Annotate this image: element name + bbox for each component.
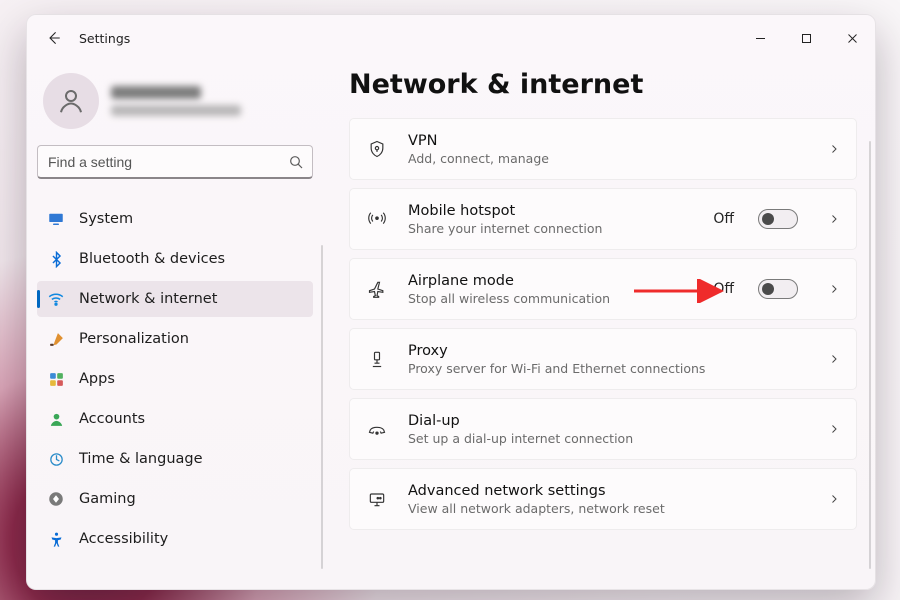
card-dialup[interactable]: Dial-up Set up a dial-up internet connec… — [349, 398, 857, 460]
sidebar-item-gaming[interactable]: Gaming — [37, 481, 313, 517]
advanced-network-icon — [366, 489, 388, 509]
accessibility-icon — [47, 530, 65, 548]
sidebar-item-apps[interactable]: Apps — [37, 361, 313, 397]
sidebar-item-accounts[interactable]: Accounts — [37, 401, 313, 437]
hotspot-status: Off — [713, 211, 734, 227]
sidebar-item-label: Apps — [79, 371, 115, 387]
sidebar-item-label: System — [79, 211, 133, 227]
chevron-right-icon — [828, 353, 840, 365]
close-icon — [847, 33, 858, 44]
maximize-icon — [801, 33, 812, 44]
sidebar-item-label: Network & internet — [79, 291, 217, 307]
monitor-icon — [47, 210, 65, 228]
profile-text — [111, 86, 241, 116]
sidebar-item-label: Gaming — [79, 491, 136, 507]
person-icon — [56, 86, 86, 116]
airplane-status: Off — [713, 281, 734, 297]
sidebar-item-label: Accessibility — [79, 531, 168, 547]
chevron-right-icon — [828, 493, 840, 505]
main-content: Network & internet VPN Add, connect, man… — [323, 61, 875, 589]
sidebar-item-accessibility[interactable]: Accessibility — [37, 521, 313, 557]
wifi-icon — [47, 290, 65, 308]
airplane-icon — [366, 279, 388, 299]
page-title: Network & internet — [349, 69, 857, 100]
card-subtitle: Share your internet connection — [408, 221, 693, 237]
sidebar-item-label: Time & language — [79, 451, 203, 467]
proxy-icon — [366, 349, 388, 369]
card-title: Mobile hotspot — [408, 202, 693, 220]
chevron-right-icon — [828, 423, 840, 435]
chevron-right-icon — [828, 283, 840, 295]
globe-clock-icon — [47, 450, 65, 468]
back-arrow-icon — [46, 30, 62, 46]
settings-window: Settings — [26, 14, 876, 590]
card-subtitle: Add, connect, manage — [408, 151, 808, 167]
app-title: Settings — [79, 31, 130, 46]
card-title: Advanced network settings — [408, 482, 808, 500]
card-vpn[interactable]: VPN Add, connect, manage — [349, 118, 857, 180]
card-subtitle: View all network adapters, network reset — [408, 501, 808, 517]
card-subtitle: Set up a dial-up internet connection — [408, 431, 808, 447]
sidebar-item-time-language[interactable]: Time & language — [37, 441, 313, 477]
apps-icon — [47, 370, 65, 388]
card-advanced-network[interactable]: Advanced network settings View all netwo… — [349, 468, 857, 530]
card-subtitle: Proxy server for Wi-Fi and Ethernet conn… — [408, 361, 808, 377]
search-box[interactable] — [37, 145, 313, 179]
maximize-button[interactable] — [783, 18, 829, 58]
bluetooth-icon — [47, 250, 65, 268]
profile-block[interactable] — [37, 67, 313, 145]
brush-icon — [47, 330, 65, 348]
close-button[interactable] — [829, 18, 875, 58]
card-title: Dial-up — [408, 412, 808, 430]
card-proxy[interactable]: Proxy Proxy server for Wi-Fi and Etherne… — [349, 328, 857, 390]
minimize-icon — [755, 33, 766, 44]
avatar — [43, 73, 99, 129]
sidebar-item-label: Accounts — [79, 411, 145, 427]
hotspot-toggle[interactable] — [758, 209, 798, 229]
sidebar-item-system[interactable]: System — [37, 201, 313, 237]
profile-email-blurred — [111, 105, 241, 116]
card-title: Airplane mode — [408, 272, 693, 290]
profile-name-blurred — [111, 86, 201, 99]
airplane-toggle[interactable] — [758, 279, 798, 299]
sidebar-item-label: Personalization — [79, 331, 189, 347]
title-bar: Settings — [27, 15, 875, 61]
chevron-right-icon — [828, 143, 840, 155]
chevron-right-icon — [828, 213, 840, 225]
card-airplane-mode[interactable]: Airplane mode Stop all wireless communic… — [349, 258, 857, 320]
sidebar-item-network[interactable]: Network & internet — [37, 281, 313, 317]
person-filled-icon — [47, 410, 65, 428]
card-mobile-hotspot[interactable]: Mobile hotspot Share your internet conne… — [349, 188, 857, 250]
search-icon — [288, 154, 304, 170]
dialup-icon — [366, 419, 388, 439]
card-title: VPN — [408, 132, 808, 150]
sidebar-item-bluetooth[interactable]: Bluetooth & devices — [37, 241, 313, 277]
card-title: Proxy — [408, 342, 808, 360]
game-icon — [47, 490, 65, 508]
search-input[interactable] — [48, 154, 288, 170]
minimize-button[interactable] — [737, 18, 783, 58]
sidebar: System Bluetooth & devices Network & int… — [27, 61, 323, 589]
hotspot-icon — [366, 209, 388, 229]
nav-list: System Bluetooth & devices Network & int… — [37, 201, 313, 557]
sidebar-item-label: Bluetooth & devices — [79, 251, 225, 267]
window-caption-controls — [737, 18, 875, 58]
card-subtitle: Stop all wireless communication — [408, 291, 693, 307]
shield-icon — [366, 139, 388, 159]
sidebar-item-personalization[interactable]: Personalization — [37, 321, 313, 357]
back-button[interactable] — [43, 27, 65, 49]
main-scroll-indicator — [869, 141, 871, 569]
